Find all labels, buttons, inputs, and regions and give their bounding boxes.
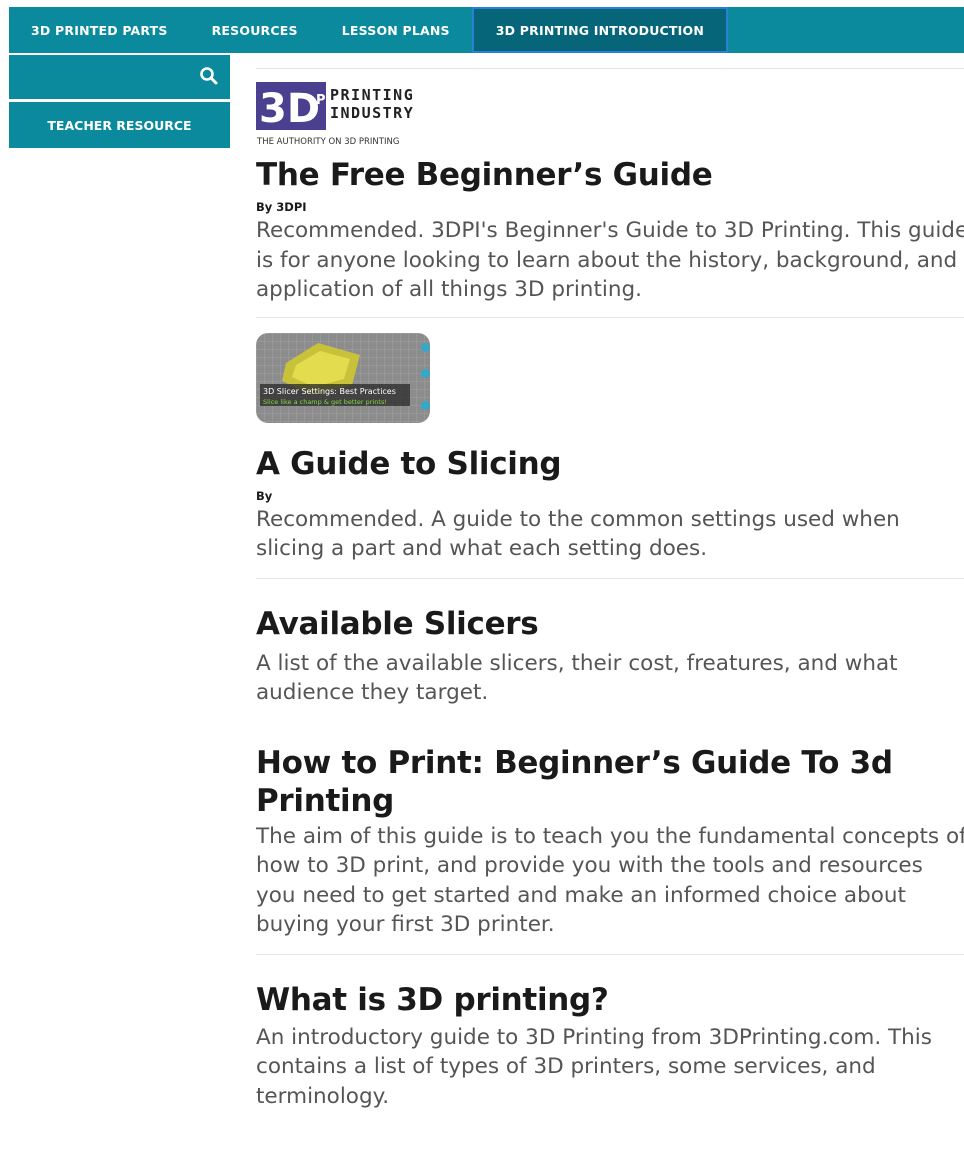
nav-item-lesson-plans[interactable]: LESSON PLANS — [320, 7, 472, 53]
entry-description: Recommended. 3DPI's Beginner's Guide to … — [256, 218, 964, 302]
entry-title-link[interactable]: The Free Beginner’s Guide — [256, 156, 964, 194]
slicer-guide-thumbnail[interactable]: 3D Slicer Settings: Best Practices Slice… — [256, 332, 430, 423]
thumbnail-title: 3D Slicer Settings: Best Practices — [263, 387, 396, 396]
divider — [256, 68, 964, 69]
teacher-resource-button[interactable]: TEACHER RESOURCE — [9, 102, 230, 148]
logo-tagline: THE AUTHORITY ON 3D PRINTING — [256, 137, 399, 146]
entry-description: Recommended. A guide to the common setti… — [256, 506, 900, 562]
entry-description: The aim of this guide is to teach you th… — [256, 823, 964, 938]
3dpi-logo[interactable]: 3D PI PRINTING INDUSTRY THE AUTHORITY ON… — [256, 82, 431, 147]
search-button[interactable] — [198, 65, 220, 87]
resource-entry: Available Slicers A list of the availabl… — [256, 605, 964, 708]
sidebar-search-box — [9, 55, 230, 99]
top-navigation: 3D PRINTED PARTS RESOURCES LESSON PLANS … — [9, 7, 964, 53]
logo-mark: 3D — [259, 86, 320, 132]
3dpi-logo-graphic: 3D PI PRINTING INDUSTRY THE AUTHORITY ON… — [256, 82, 414, 147]
resource-entry: A Guide to Slicing By Recommended. A gui… — [256, 445, 964, 564]
divider — [256, 953, 964, 955]
resource-entry: How to Print: Beginner’s Guide To 3d Pri… — [256, 744, 964, 940]
nav-item-resources[interactable]: RESOURCES — [190, 7, 320, 53]
divider — [256, 316, 964, 318]
logo-line-1: PRINTING — [330, 86, 414, 104]
search-icon — [200, 67, 218, 85]
main-content: 3D PI PRINTING INDUSTRY THE AUTHORITY ON… — [256, 68, 964, 1111]
thumbnail-image: 3D Slicer Settings: Best Practices Slice… — [256, 332, 430, 423]
entry-title-link[interactable]: What is 3D printing? — [256, 981, 964, 1019]
entry-description: An introductory guide to 3D Printing fro… — [256, 1024, 932, 1109]
logo-sub-mark: PI — [316, 93, 330, 108]
entry-title-link[interactable]: Available Slicers — [256, 605, 964, 643]
logo-line-2: INDUSTRY — [330, 104, 414, 122]
nav-item-3d-printing-introduction[interactable]: 3D PRINTING INTRODUCTION — [471, 7, 728, 53]
nav-item-3d-printed-parts[interactable]: 3D PRINTED PARTS — [9, 7, 190, 53]
entry-byline: By 3DPI — [256, 200, 307, 214]
resource-entry: The Free Beginner’s Guide By 3DPI Recomm… — [256, 156, 964, 305]
resource-entry: What is 3D printing? An introductory gui… — [256, 981, 964, 1112]
entry-title-link[interactable]: A Guide to Slicing — [256, 445, 964, 483]
divider — [256, 577, 964, 579]
entry-byline: By — [256, 488, 273, 503]
thumbnail-subtitle: Slice like a champ & get better prints! — [263, 398, 387, 406]
entry-title-link[interactable]: How to Print: Beginner’s Guide To 3d Pri… — [256, 744, 964, 820]
entry-description: A list of the available slicers, their c… — [256, 650, 898, 706]
search-input[interactable] — [9, 55, 189, 99]
